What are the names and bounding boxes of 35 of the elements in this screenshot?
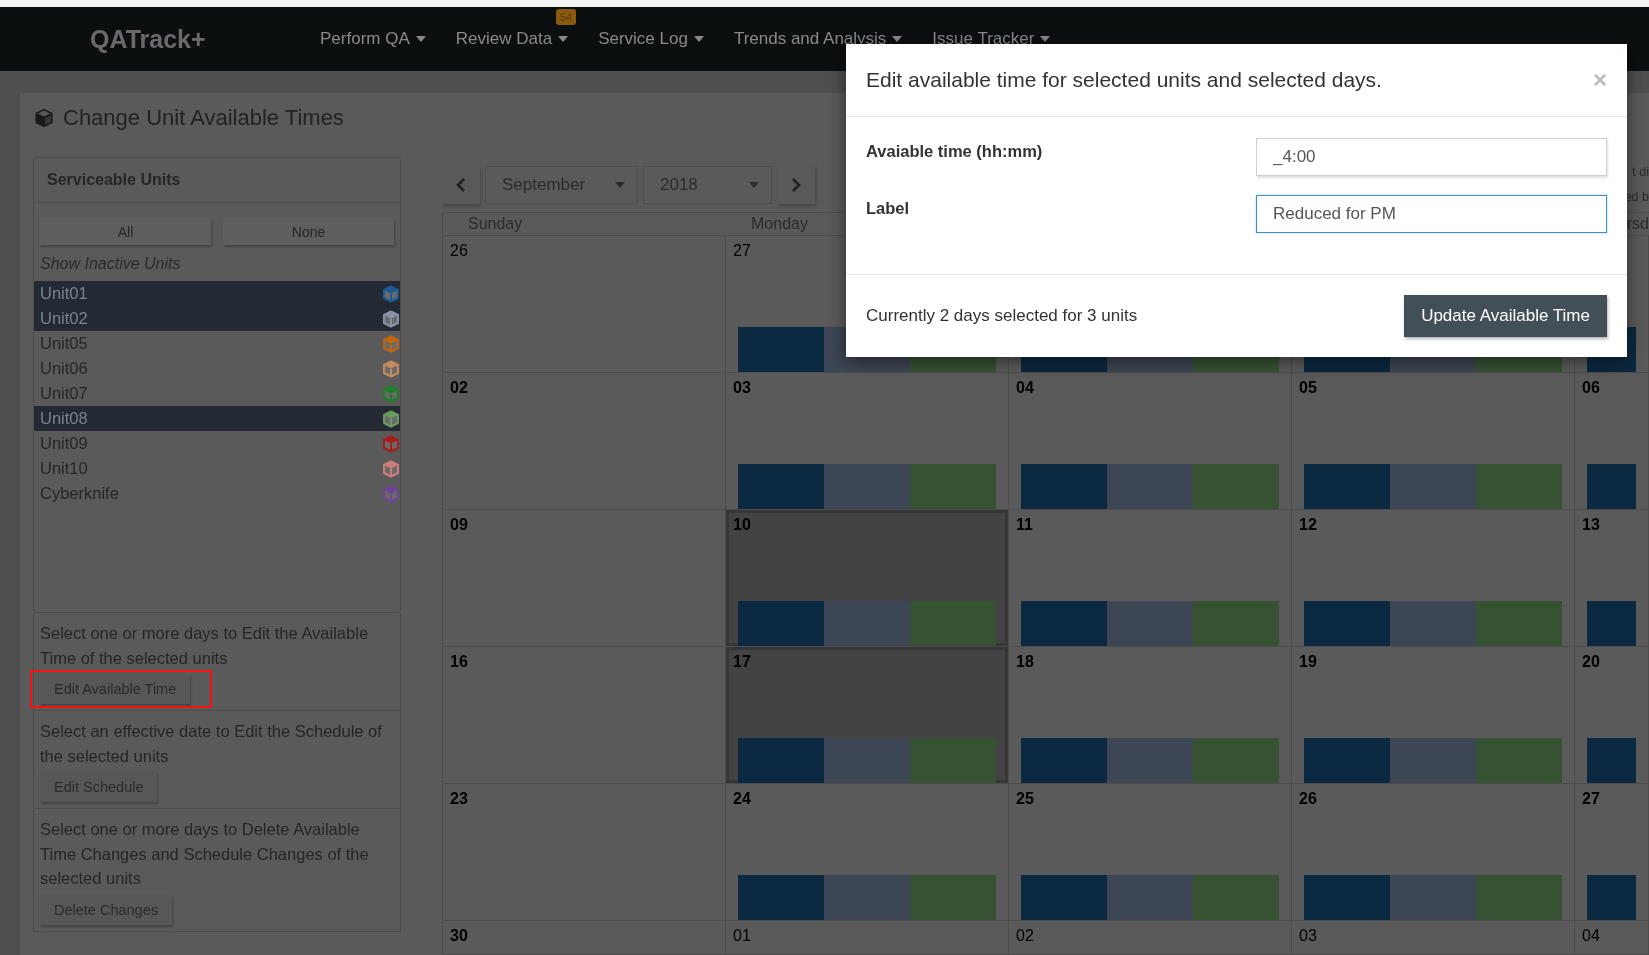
- day-number: 26: [1298, 789, 1318, 809]
- day-number: 03: [1298, 926, 1318, 946]
- day-number: 20: [1581, 652, 1601, 672]
- field-label: Label: [866, 198, 911, 218]
- selection-summary: Currently 2 days selected for 3 units: [866, 306, 1138, 326]
- day-number: 01: [732, 926, 752, 946]
- dialog-title: Edit available time for selected units and selected days.: [866, 68, 1382, 92]
- day-number: 02: [449, 378, 469, 398]
- day-number: 03: [732, 378, 752, 398]
- day-number: 10: [732, 515, 752, 535]
- day-number: 04: [1581, 926, 1601, 946]
- day-number: 18: [1015, 652, 1035, 672]
- day-number: 02: [1015, 926, 1035, 946]
- day-number: 17: [732, 652, 752, 672]
- day-number: 05: [1298, 378, 1318, 398]
- day-number: 09: [449, 515, 469, 535]
- day-number: 27: [732, 241, 752, 261]
- day-number: 19: [1298, 652, 1318, 672]
- unit-name: Unit02: [40, 309, 88, 328]
- day-number: 13: [1581, 515, 1601, 535]
- day-number: 11: [1015, 515, 1034, 535]
- field-label: Avaiable time (hh:mm): [866, 141, 1044, 161]
- day-number: 27: [1581, 789, 1601, 809]
- day-number: 12: [1298, 515, 1318, 535]
- day-number: 04: [1015, 378, 1035, 398]
- unit-name: Unit08: [40, 409, 88, 428]
- day-number: 16: [449, 652, 469, 672]
- day-number: 06: [1581, 378, 1601, 398]
- day-number: 30: [449, 926, 469, 946]
- day-number: 24: [732, 789, 752, 809]
- day-number: 23: [449, 789, 469, 809]
- page-title: Change Unit Available Times: [63, 105, 344, 131]
- unit-name: Unit01: [40, 284, 88, 303]
- day-number: 26: [449, 241, 469, 261]
- day-number: 25: [1015, 789, 1035, 809]
